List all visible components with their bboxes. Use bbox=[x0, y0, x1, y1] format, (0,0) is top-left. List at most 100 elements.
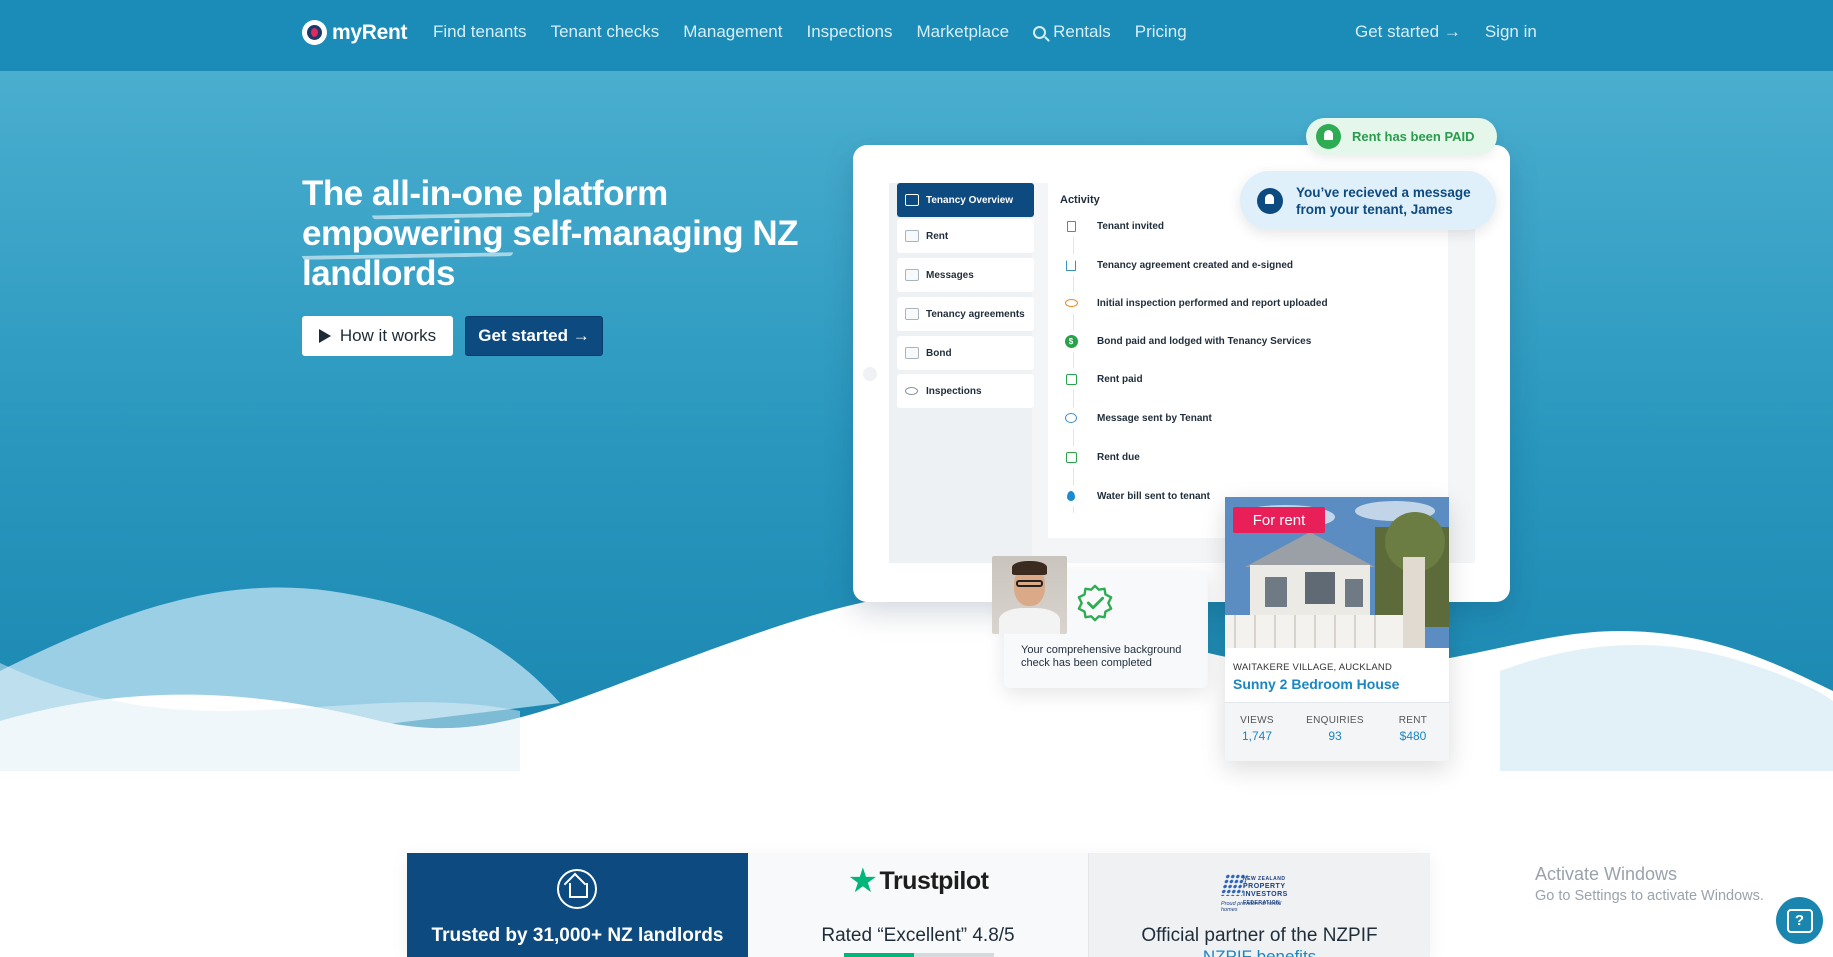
activity-item: Message sent by Tenant bbox=[1060, 407, 1212, 429]
calendar-icon bbox=[1060, 446, 1082, 468]
headline-part: The bbox=[302, 174, 372, 213]
sidebar-item-tenancy-overview: Tenancy Overview bbox=[897, 183, 1034, 217]
listing-title[interactable]: Sunny 2 Bedroom House bbox=[1233, 676, 1399, 692]
listing-stats: VIEWS 1,747 ENQUIRIES 93 RENT $480 bbox=[1225, 702, 1449, 761]
sidebar-item-inspections: Inspections bbox=[897, 374, 1034, 408]
stat-value: 1,747 bbox=[1241, 729, 1273, 743]
tablet-camera bbox=[863, 367, 877, 381]
eye-icon bbox=[1060, 292, 1082, 314]
activity-text: Tenant invited bbox=[1097, 220, 1165, 232]
activity-text: Rent paid bbox=[1097, 373, 1143, 385]
nav-sign-in-link[interactable]: Sign in bbox=[1485, 22, 1537, 42]
how-it-works-button[interactable]: How it works bbox=[302, 316, 453, 356]
sidebar-label: Rent bbox=[926, 230, 949, 242]
trustpilot-rating-bar bbox=[844, 953, 994, 957]
play-icon bbox=[318, 329, 331, 343]
activity-item: Tenant invited bbox=[1060, 215, 1164, 237]
listing-location: WAITAKERE VILLAGE, AUCKLAND bbox=[1233, 662, 1393, 673]
stat-label: ENQUIRIES bbox=[1306, 715, 1364, 726]
sidebar-label: Bond bbox=[926, 347, 952, 359]
activity-text: Bond paid and lodged with Tenancy Servic… bbox=[1097, 335, 1312, 347]
sidebar-item-bond: Bond bbox=[897, 336, 1034, 370]
trust-landlords-text: Trusted by 31,000+ NZ landlords bbox=[431, 925, 724, 946]
sidebar-label: Messages bbox=[926, 269, 974, 281]
sidebar-item-messages: Messages bbox=[897, 258, 1034, 292]
house-icon bbox=[557, 869, 597, 909]
search-icon bbox=[1033, 25, 1047, 39]
activity-text: Tenancy agreement created and e-signed bbox=[1097, 259, 1293, 271]
headline-part: platform bbox=[522, 174, 669, 213]
nav-actions: Get started → Sign in bbox=[1355, 22, 1537, 42]
nzpif-line: NEW ZEALAND bbox=[1243, 876, 1286, 882]
calendar-icon bbox=[905, 230, 919, 242]
document-icon bbox=[1060, 215, 1082, 237]
activity-item: Tenancy agreement created and e-signed bbox=[1060, 254, 1293, 276]
headline-underlined-1: all-in-one bbox=[371, 174, 523, 213]
logo-icon bbox=[302, 20, 327, 45]
nav-tenant-checks[interactable]: Tenant checks bbox=[551, 22, 660, 42]
activity-text: Water bill sent to tenant bbox=[1097, 490, 1210, 502]
dollar-icon: $ bbox=[1060, 330, 1082, 352]
brand-logo[interactable]: myRent bbox=[302, 20, 408, 45]
activity-item: Water bill sent to tenant bbox=[1060, 485, 1210, 507]
how-it-works-label: How it works bbox=[339, 326, 437, 345]
chat-icon bbox=[1060, 407, 1082, 429]
activity-item: $ Bond paid and lodged with Tenancy Servi… bbox=[1060, 330, 1311, 352]
nzpif-logo: NEW ZEALAND PROPERTY INVESTORS FEDERATIO… bbox=[1220, 870, 1299, 913]
nav-rentals-label: Rentals bbox=[1053, 22, 1111, 41]
eye-icon bbox=[905, 387, 918, 395]
nav-inspections[interactable]: Inspections bbox=[806, 22, 892, 42]
nzpif-benefits-link[interactable]: NZPIF benefits bbox=[1089, 947, 1430, 957]
activity-title: Activity bbox=[1060, 194, 1100, 206]
hero-headline: The all-in-one platform empowering self-… bbox=[302, 174, 802, 294]
brand-name: myRent bbox=[332, 20, 408, 44]
nav-management[interactable]: Management bbox=[683, 22, 782, 42]
bell-icon bbox=[1257, 187, 1283, 214]
watermark-subtitle: Go to Settings to activate Windows. bbox=[1535, 888, 1764, 904]
overview-icon bbox=[905, 194, 919, 206]
message-notification-text: You’ve recieved a message from your tena… bbox=[1296, 184, 1471, 217]
nav-find-tenants[interactable]: Find tenants bbox=[433, 22, 527, 42]
get-started-button[interactable]: Get started → bbox=[465, 316, 603, 356]
sidebar-item-tenancy-agreements: Tenancy agreements bbox=[897, 297, 1034, 331]
water-drop-icon bbox=[1060, 485, 1082, 507]
activity-panel: Activity Tenant invited Tenancy agreemen… bbox=[1048, 183, 1448, 538]
sidebar-label: Inspections bbox=[926, 385, 982, 397]
nav-links: Find tenants Tenant checks Management In… bbox=[433, 22, 1187, 42]
stat-label: RENT bbox=[1398, 715, 1428, 726]
stat-value: $480 bbox=[1399, 729, 1427, 743]
help-chat-button[interactable]: ? bbox=[1776, 897, 1823, 944]
trustpilot-brand: Trustpilot bbox=[879, 866, 989, 895]
nzpif-line: INVESTORS bbox=[1243, 891, 1288, 898]
background-check-text: Your comprehensive background check has … bbox=[1021, 644, 1182, 669]
nav-rentals[interactable]: Rentals bbox=[1033, 22, 1111, 42]
calendar-icon bbox=[1060, 368, 1082, 390]
windows-activation-watermark: Activate Windows Go to Settings to activ… bbox=[1535, 863, 1764, 907]
trustpilot-rating-text: Rated “Excellent” 4.8/5 bbox=[821, 925, 1015, 946]
trust-landlords: Trusted by 31,000+ NZ landlords bbox=[407, 853, 748, 957]
calendar-icon bbox=[905, 347, 919, 359]
rent-paid-notification: Rent has been PAID bbox=[1306, 118, 1497, 155]
trustpilot-logo: ★ Trustpilot bbox=[748, 864, 1088, 898]
activity-text: Rent due bbox=[1097, 451, 1140, 463]
verified-badge-icon bbox=[1077, 584, 1113, 622]
sidebar-item-rent: Rent bbox=[897, 219, 1034, 253]
top-nav: myRent Find tenants Tenant checks Manage… bbox=[0, 0, 1833, 71]
stat-value: 93 bbox=[1328, 729, 1342, 743]
rent-paid-text: Rent has been PAID bbox=[1352, 129, 1475, 144]
house-photo: For rent bbox=[1225, 497, 1449, 648]
message-notification: You’ve recieved a message from your tena… bbox=[1240, 171, 1496, 230]
activity-text: Message sent by Tenant bbox=[1097, 412, 1212, 424]
activity-item: Rent due bbox=[1060, 446, 1140, 468]
activity-item: Rent paid bbox=[1060, 368, 1143, 390]
listing-card[interactable]: For rent WAITAKERE VILLAGE, AUCKLAND Sun… bbox=[1225, 497, 1449, 761]
nav-marketplace[interactable]: Marketplace bbox=[916, 22, 1009, 42]
trust-nzpif: NEW ZEALAND PROPERTY INVESTORS FEDERATIO… bbox=[1089, 853, 1430, 957]
nav-pricing[interactable]: Pricing bbox=[1135, 22, 1187, 42]
nzpif-partner-text: Official partner of the NZPIF bbox=[1141, 925, 1378, 946]
calendar-icon bbox=[905, 269, 919, 281]
tenant-avatar bbox=[992, 556, 1067, 634]
nav-get-started-link[interactable]: Get started → bbox=[1355, 22, 1461, 42]
stat-rent: RENT $480 bbox=[1393, 715, 1433, 743]
trust-strip: Trusted by 31,000+ NZ landlords ★ Trustpi… bbox=[407, 853, 1430, 957]
